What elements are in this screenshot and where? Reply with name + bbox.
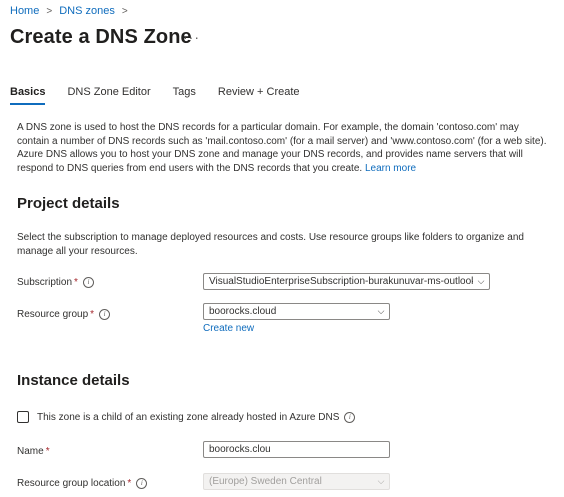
name-label-text: Name [17, 446, 44, 457]
create-new-resource-group-link[interactable]: Create new [203, 323, 254, 334]
project-details-heading: Project details [17, 195, 120, 212]
name-label: Name * [17, 446, 50, 457]
tab-tags[interactable]: Tags [173, 86, 196, 105]
info-icon[interactable]: i [82, 277, 94, 288]
required-marker: * [74, 277, 78, 288]
tab-dns-zone-editor[interactable]: DNS Zone Editor [67, 86, 150, 105]
zone-name-input[interactable] [203, 441, 390, 458]
tab-bar: Basics DNS Zone Editor Tags Review + Cre… [10, 86, 322, 105]
subscription-label-text: Subscription [17, 277, 73, 288]
resource-group-location-dropdown: (Europe) Sweden Central ⌵ [203, 473, 390, 490]
child-zone-checkbox[interactable] [17, 411, 29, 423]
resource-group-dropdown[interactable]: boorocks.cloud ⌵ [203, 303, 390, 320]
breadcrumb-dns-zones-link[interactable]: DNS zones [59, 5, 115, 17]
tab-basics[interactable]: Basics [10, 86, 46, 105]
location-label-text: Resource group location [17, 478, 126, 489]
required-marker: * [127, 478, 132, 489]
subscription-value: VisualStudioEnterpriseSubscription-burak… [209, 276, 473, 287]
info-icon[interactable]: i [136, 478, 148, 489]
chevron-down-icon: ⌵ [377, 306, 385, 316]
resource-group-label-text: Resource group [17, 309, 89, 320]
child-zone-label: This zone is a child of an existing zone… [37, 411, 340, 423]
instance-details-heading: Instance details [17, 372, 130, 389]
required-marker: * [45, 446, 50, 457]
subscription-dropdown[interactable]: VisualStudioEnterpriseSubscription-burak… [203, 273, 490, 290]
breadcrumb-separator: > [46, 5, 53, 17]
info-icon[interactable]: i [344, 411, 356, 423]
tab-review-create[interactable]: Review + Create [218, 86, 300, 105]
chevron-down-icon: ⌵ [377, 476, 385, 486]
location-value: (Europe) Sweden Central [209, 476, 322, 487]
resource-group-value: boorocks.cloud [209, 306, 277, 317]
subscription-label: Subscription * i [17, 277, 94, 288]
resource-group-location-label: Resource group location * i [17, 478, 148, 489]
intro-text: A DNS zone is used to host the DNS recor… [17, 122, 547, 174]
chevron-down-icon: ⌵ [477, 276, 485, 286]
project-details-description: Select the subscription to manage deploy… [17, 232, 524, 257]
breadcrumb-home-link[interactable]: Home [10, 5, 39, 17]
info-icon[interactable]: i [99, 309, 111, 320]
required-marker: * [90, 309, 95, 320]
child-zone-row: This zone is a child of an existing zone… [17, 411, 356, 423]
learn-more-link[interactable]: Learn more [365, 163, 416, 174]
resource-group-label: Resource group * i [17, 309, 111, 320]
page-title: Create a DNS Zone [10, 26, 192, 48]
more-options-button[interactable]: ··· [183, 29, 200, 45]
intro-description: A DNS zone is used to host the DNS recor… [17, 121, 549, 175]
breadcrumb: Home > DNS zones > [10, 5, 135, 17]
breadcrumb-separator: > [121, 5, 128, 17]
